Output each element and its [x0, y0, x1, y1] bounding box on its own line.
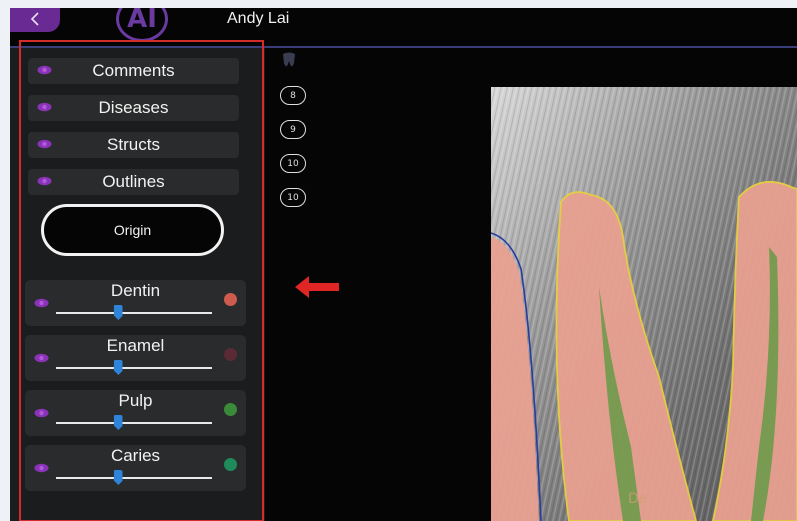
tooth-icon[interactable]	[282, 52, 296, 70]
overlay-label: De	[628, 491, 648, 507]
tooth-number-list: 8 9 10 10	[280, 52, 310, 252]
sidebar-highlight-box	[19, 40, 264, 521]
tooth-number-badge[interactable]: 9	[280, 120, 306, 139]
red-arrow-annotation	[293, 274, 341, 300]
tooth-number-badge[interactable]: 10	[280, 154, 306, 173]
app-window: AI Andy Lai Comments Diseases Structs Ou…	[10, 8, 797, 521]
dental-xray-viewer[interactable]: De	[491, 87, 797, 521]
tooth-number-badge[interactable]: 8	[280, 86, 306, 105]
chevron-left-icon	[30, 11, 40, 30]
username: Andy Lai	[227, 10, 290, 27]
tooth-number-badge[interactable]: 10	[280, 188, 306, 207]
back-button[interactable]	[10, 8, 60, 32]
ai-logo: AI	[116, 8, 168, 42]
